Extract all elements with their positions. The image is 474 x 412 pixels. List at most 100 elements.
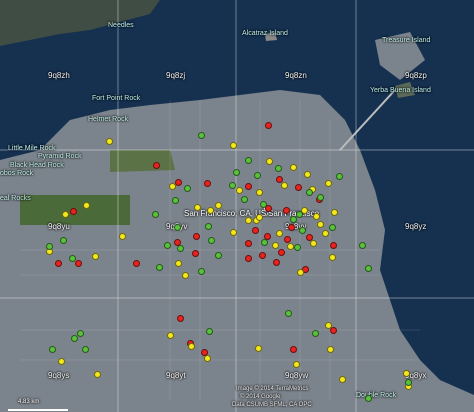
yellow-marker[interactable] [272,242,279,249]
yellow-marker[interactable] [331,209,338,216]
red-marker[interactable] [290,346,297,353]
green-marker[interactable] [177,245,184,252]
green-marker[interactable] [312,330,319,337]
yellow-marker[interactable] [276,230,283,237]
yellow-marker[interactable] [281,182,288,189]
red-marker[interactable] [193,233,200,240]
green-marker[interactable] [156,264,163,271]
green-marker[interactable] [174,224,181,231]
red-marker[interactable] [283,207,290,214]
green-marker[interactable] [69,255,76,262]
green-marker[interactable] [261,239,268,246]
green-marker[interactable] [71,335,78,342]
green-marker[interactable] [241,196,248,203]
red-marker[interactable] [192,250,199,257]
green-marker[interactable] [275,165,282,172]
yellow-marker[interactable] [215,202,222,209]
yellow-marker[interactable] [317,221,324,228]
yellow-marker[interactable] [245,217,252,224]
red-marker[interactable] [330,242,337,249]
green-marker[interactable] [152,211,159,218]
red-marker[interactable] [133,260,140,267]
green-marker[interactable] [184,185,191,192]
green-marker[interactable] [405,379,412,386]
yellow-marker[interactable] [325,322,332,329]
yellow-marker[interactable] [58,358,65,365]
green-marker[interactable] [208,237,215,244]
yellow-marker[interactable] [297,269,304,276]
green-marker[interactable] [77,330,84,337]
green-marker[interactable] [46,243,53,250]
red-marker[interactable] [273,259,280,266]
red-marker[interactable] [175,179,182,186]
yellow-marker[interactable] [207,207,214,214]
yellow-marker[interactable] [287,243,294,250]
green-marker[interactable] [206,328,213,335]
green-marker[interactable] [205,223,212,230]
yellow-marker[interactable] [188,343,195,350]
red-marker[interactable] [284,236,291,243]
yellow-marker[interactable] [255,345,262,352]
green-marker[interactable] [229,182,236,189]
green-marker[interactable] [198,132,205,139]
yellow-marker[interactable] [310,240,317,247]
yellow-marker[interactable] [403,370,410,377]
yellow-marker[interactable] [329,254,336,261]
red-marker[interactable] [278,249,285,256]
green-marker[interactable] [245,157,252,164]
yellow-marker[interactable] [169,183,176,190]
yellow-marker[interactable] [290,164,297,171]
yellow-marker[interactable] [94,371,101,378]
yellow-marker[interactable] [62,211,69,218]
green-marker[interactable] [260,201,267,208]
green-marker[interactable] [254,172,261,179]
yellow-marker[interactable] [313,213,320,220]
yellow-marker[interactable] [204,355,211,362]
yellow-marker[interactable] [266,158,273,165]
green-marker[interactable] [172,197,179,204]
yellow-marker[interactable] [119,233,126,240]
yellow-marker[interactable] [92,253,99,260]
red-marker[interactable] [265,122,272,129]
green-marker[interactable] [60,237,67,244]
yellow-marker[interactable] [293,361,300,368]
red-marker[interactable] [245,240,252,247]
green-marker[interactable] [329,224,336,231]
red-marker[interactable] [245,183,252,190]
red-marker[interactable] [288,224,295,231]
red-marker[interactable] [204,180,211,187]
green-marker[interactable] [365,265,372,272]
yellow-marker[interactable] [339,376,346,383]
yellow-marker[interactable] [256,189,263,196]
yellow-marker[interactable] [106,138,113,145]
green-marker[interactable] [317,194,324,201]
yellow-marker[interactable] [230,142,237,149]
green-marker[interactable] [359,242,366,249]
red-marker[interactable] [330,327,337,334]
green-marker[interactable] [198,268,205,275]
green-marker[interactable] [215,252,222,259]
red-marker[interactable] [259,252,266,259]
red-marker[interactable] [75,260,82,267]
red-marker[interactable] [295,184,302,191]
yellow-marker[interactable] [175,260,182,267]
yellow-marker[interactable] [83,202,90,209]
green-marker[interactable] [290,216,297,223]
map-view[interactable]: Needles Alcatraz Island Treasure Island … [0,0,474,412]
yellow-marker[interactable] [322,230,329,237]
green-marker[interactable] [82,346,89,353]
red-marker[interactable] [70,208,77,215]
red-marker[interactable] [55,260,62,267]
green-marker[interactable] [49,346,56,353]
yellow-marker[interactable] [256,214,263,221]
green-marker[interactable] [306,189,313,196]
green-marker[interactable] [336,173,343,180]
yellow-marker[interactable] [304,171,311,178]
yellow-marker[interactable] [325,180,332,187]
green-marker[interactable] [164,242,171,249]
red-marker[interactable] [252,227,259,234]
yellow-marker[interactable] [182,272,189,279]
green-marker[interactable] [294,244,301,251]
yellow-marker[interactable] [327,346,334,353]
yellow-marker[interactable] [230,229,237,236]
